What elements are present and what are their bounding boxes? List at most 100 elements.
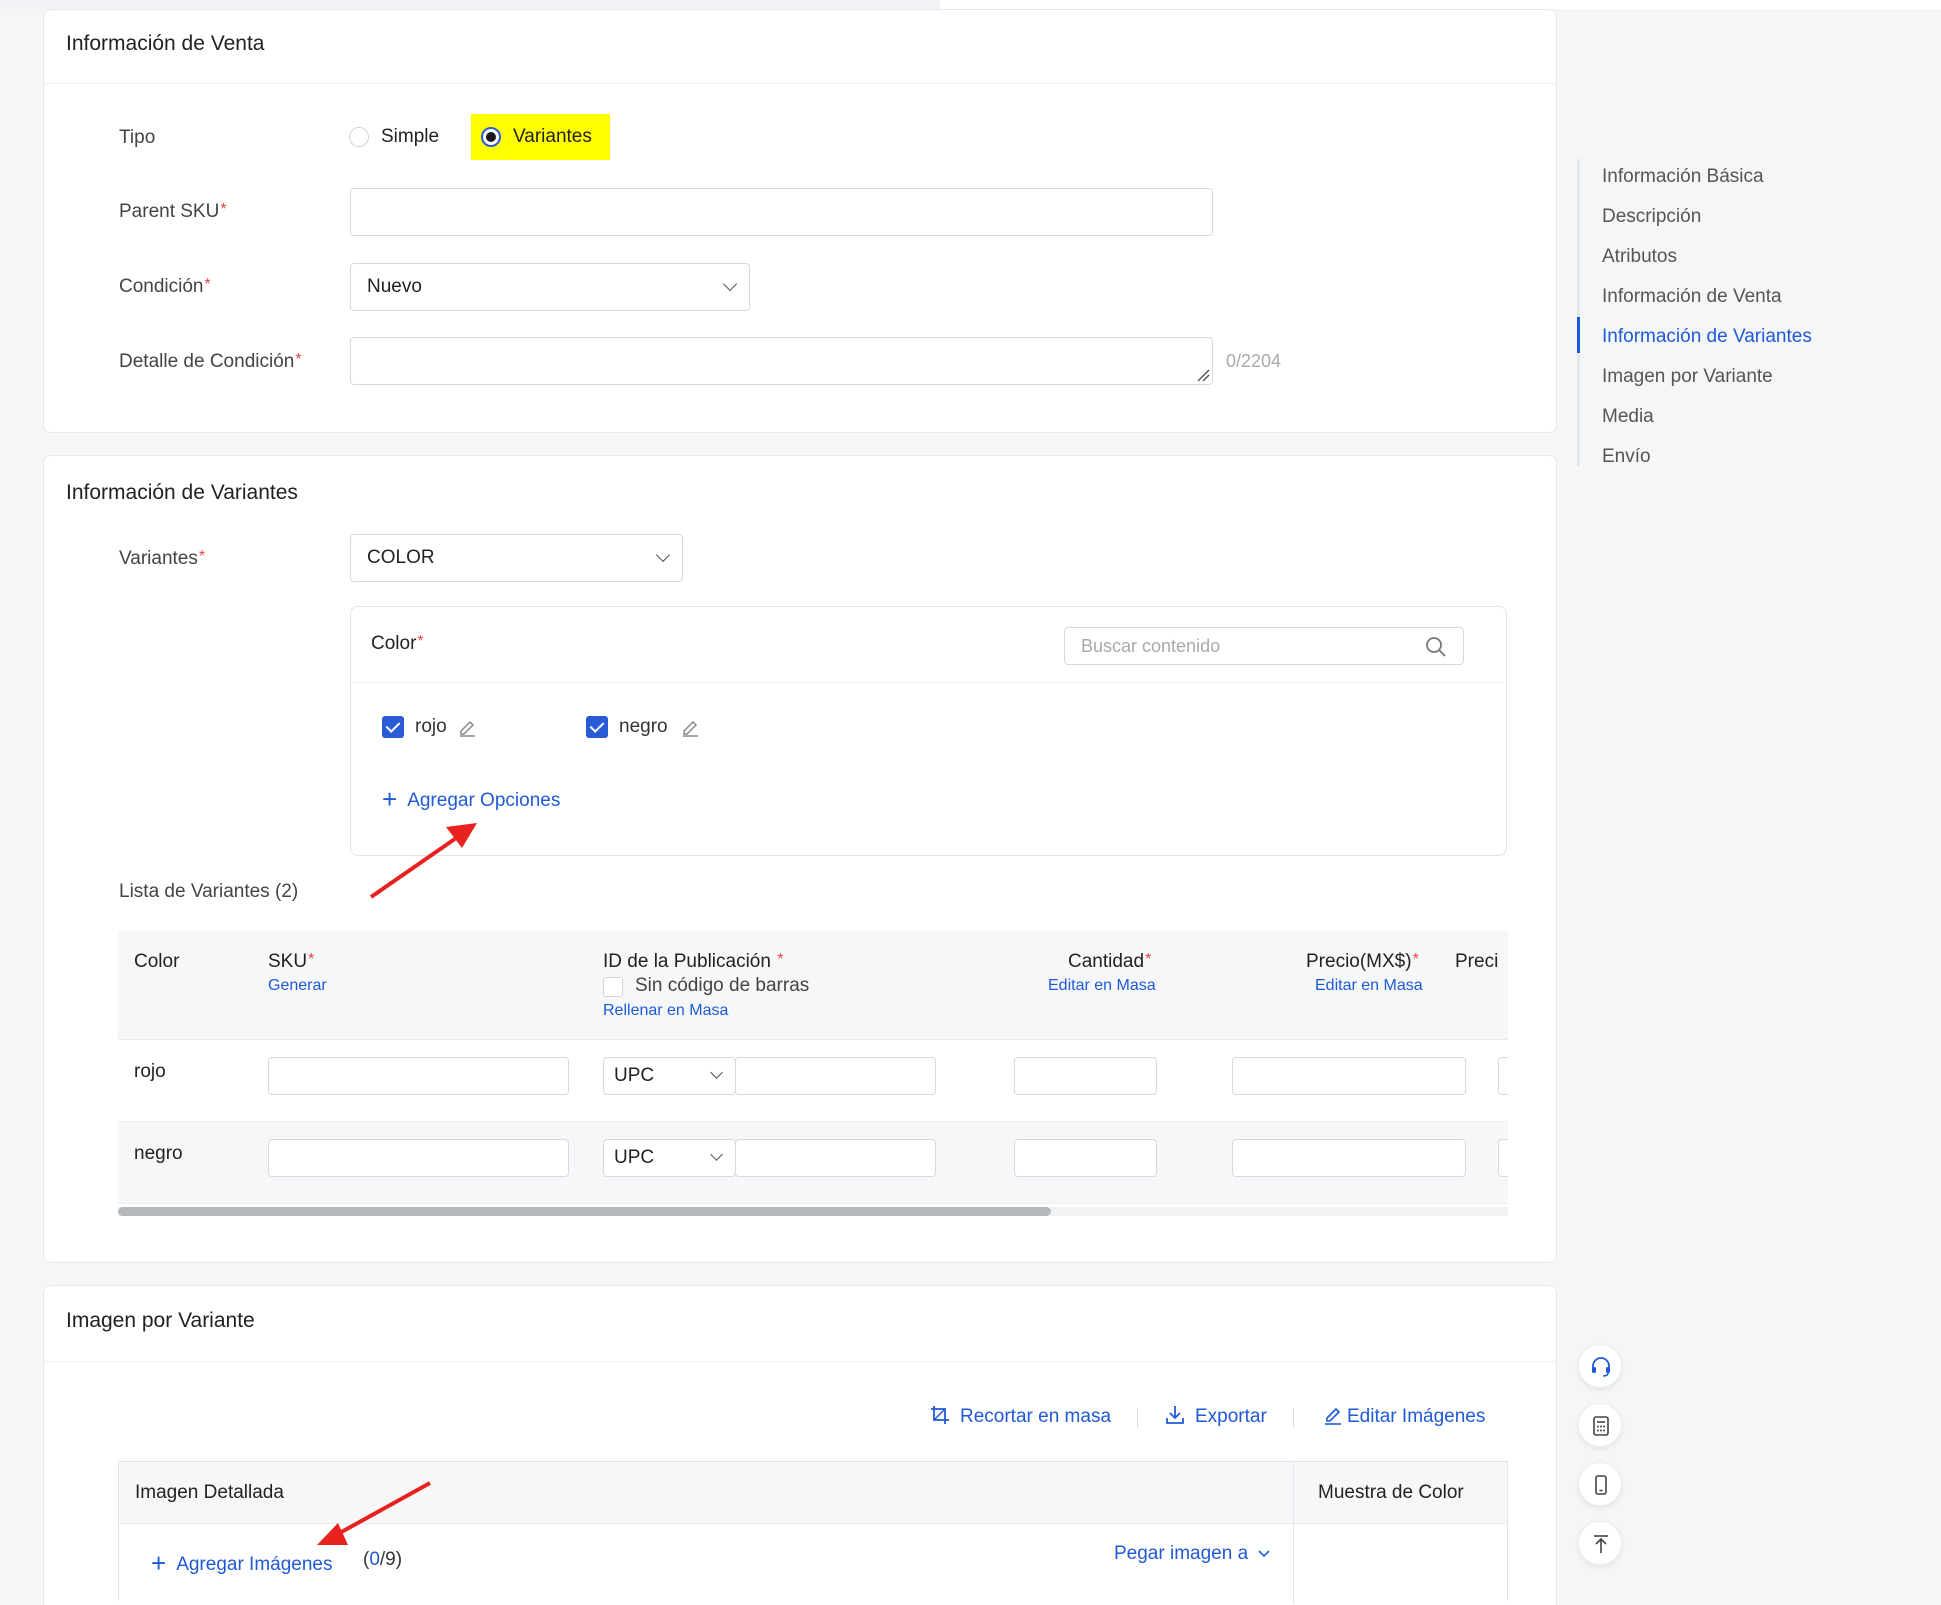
nav-item-shipping[interactable]: Envío <box>1602 446 1651 468</box>
variant-table-header: Color SKU* Generar ID de la Publicación … <box>118 931 1508 1040</box>
option-rojo-checkbox[interactable] <box>382 716 404 738</box>
export-button[interactable]: Exportar <box>1165 1405 1267 1428</box>
image-count: (0/9) <box>363 1549 403 1570</box>
no-barcode-checkbox[interactable] <box>603 977 623 997</box>
condicion-label: Condición* <box>119 276 211 297</box>
search-placeholder: Buscar contenido <box>1081 636 1221 656</box>
col-color: Color <box>134 951 180 972</box>
pub-id-input[interactable] <box>735 1057 936 1095</box>
color-label: Color* <box>371 633 424 654</box>
condicion-select[interactable]: Nuevo <box>350 263 750 311</box>
variantes-value: COLOR <box>367 547 435 568</box>
search-icon[interactable] <box>1425 636 1447 658</box>
chevron-down-icon <box>710 1148 723 1161</box>
precio2-input[interactable] <box>1498 1057 1508 1095</box>
precio-input[interactable] <box>1232 1057 1466 1095</box>
variantes-label: Variantes* <box>119 548 206 569</box>
no-barcode-label: Sin código de barras <box>635 975 810 996</box>
plus-icon: + <box>151 1548 167 1578</box>
nav-active-indicator <box>1577 317 1580 353</box>
crop-mass-button[interactable]: Recortar en masa <box>930 1405 1111 1428</box>
support-button[interactable] <box>1578 1344 1622 1388</box>
detalle-textarea[interactable] <box>350 337 1213 385</box>
chevron-down-icon <box>710 1066 723 1079</box>
precio-edit-mass-link[interactable]: Editar en Masa <box>1315 977 1423 995</box>
condicion-value: Nuevo <box>367 276 422 297</box>
col-precio2: Preci <box>1455 951 1499 972</box>
col-color-swatch: Muestra de Color <box>1318 1482 1464 1503</box>
sale-info-card: Información de Venta Tipo Simple Variant… <box>43 9 1557 433</box>
col-precio: Precio(MX$)* <box>1306 951 1419 972</box>
generate-sku-link[interactable]: Generar <box>268 977 327 995</box>
calculator-button[interactable] <box>1578 1403 1622 1447</box>
table-row: negro UPC <box>118 1122 1508 1204</box>
cantidad-input[interactable] <box>1014 1139 1157 1177</box>
back-to-top-icon <box>1594 1535 1608 1553</box>
detalle-counter: 0/2204 <box>1226 351 1282 371</box>
edit-pencil-icon[interactable] <box>680 717 700 737</box>
add-options-button[interactable]: + Agregar Opciones <box>382 782 560 814</box>
variant-info-card: Información de Variantes Variantes* COLO… <box>43 455 1557 1263</box>
radio-variantes[interactable] <box>481 127 501 147</box>
nav-item-media[interactable]: Media <box>1602 406 1654 428</box>
radio-simple-label[interactable]: Simple <box>381 126 439 148</box>
horizontal-scrollbar-thumb[interactable] <box>118 1207 1051 1216</box>
sku-input[interactable] <box>268 1057 569 1095</box>
nav-item-variant-info[interactable]: Información de Variantes <box>1602 326 1812 348</box>
add-images-button[interactable]: + Agregar Imágenes <box>151 1546 333 1578</box>
parent-sku-input[interactable] <box>350 188 1213 236</box>
radio-variantes-label[interactable]: Variantes <box>513 126 592 148</box>
code-type-select[interactable]: UPC <box>603 1139 736 1177</box>
nav-item-basic-info[interactable]: Información Básica <box>1602 166 1764 188</box>
chevron-down-icon <box>655 547 671 563</box>
resize-handle-icon[interactable] <box>1196 368 1210 382</box>
row-color: rojo <box>134 1061 166 1082</box>
nav-item-description[interactable]: Descripción <box>1602 206 1701 228</box>
image-table-header: Imagen Detallada Muestra de Color <box>119 1462 1507 1602</box>
chevron-down-icon <box>1258 1550 1271 1558</box>
radio-simple[interactable] <box>349 127 369 147</box>
top-strip <box>0 0 1941 9</box>
mobile-preview-button[interactable] <box>1578 1462 1622 1506</box>
search-input[interactable]: Buscar contenido <box>1064 627 1464 665</box>
variant-image-card: Imagen por Variante Recortar en masa Exp… <box>43 1285 1557 1605</box>
download-icon <box>1166 1406 1184 1424</box>
code-type-select[interactable]: UPC <box>603 1057 736 1095</box>
option-negro-checkbox[interactable] <box>586 716 608 738</box>
plus-icon: + <box>382 784 398 814</box>
sale-info-title: Información de Venta <box>66 32 265 55</box>
precio2-input[interactable] <box>1498 1139 1508 1177</box>
nav-item-variant-image[interactable]: Imagen por Variante <box>1602 366 1773 388</box>
back-to-top-button[interactable] <box>1578 1521 1622 1565</box>
pub-id-input[interactable] <box>735 1139 936 1177</box>
crop-icon <box>931 1406 949 1424</box>
col-detail-image: Imagen Detallada <box>135 1482 284 1503</box>
variant-table: Color SKU* Generar ID de la Publicación … <box>118 931 1508 1219</box>
nav-item-attributes[interactable]: Atributos <box>1602 246 1677 268</box>
row-color: negro <box>134 1143 183 1164</box>
image-table: Imagen Detallada Muestra de Color + Agreg… <box>118 1461 1508 1604</box>
option-negro-label: negro <box>619 716 668 737</box>
mobile-icon <box>1595 1475 1607 1495</box>
edit-pencil-icon[interactable] <box>457 717 477 737</box>
fill-mass-link[interactable]: Rellenar en Masa <box>603 1002 728 1020</box>
sku-input[interactable] <box>268 1139 569 1177</box>
nav-item-sale-info[interactable]: Información de Venta <box>1602 286 1782 308</box>
color-options-panel: Color* Buscar contenido rojo negro + Agre… <box>350 606 1507 856</box>
cantidad-edit-mass-link[interactable]: Editar en Masa <box>1048 977 1156 995</box>
variant-image-title: Imagen por Variante <box>66 1309 255 1332</box>
edit-images-button[interactable]: Editar Imágenes <box>1323 1405 1485 1428</box>
variantes-select[interactable]: COLOR <box>350 534 683 582</box>
edit-pencil-icon <box>1325 1407 1341 1425</box>
precio-input[interactable] <box>1232 1139 1466 1177</box>
col-pub-id: ID de la Publicación * <box>603 951 784 972</box>
table-row: rojo UPC <box>118 1040 1508 1122</box>
option-rojo-label: rojo <box>415 716 447 737</box>
tipo-label: Tipo <box>119 127 156 148</box>
col-sku: SKU* <box>268 951 315 972</box>
cantidad-input[interactable] <box>1014 1057 1157 1095</box>
variant-list-title: Lista de Variantes (2) <box>119 881 299 902</box>
paste-image-dropdown[interactable]: Pegar imagen a <box>1114 1543 1271 1565</box>
detalle-label: Detalle de Condición* <box>119 351 302 372</box>
parent-sku-label: Parent SKU* <box>119 201 227 222</box>
